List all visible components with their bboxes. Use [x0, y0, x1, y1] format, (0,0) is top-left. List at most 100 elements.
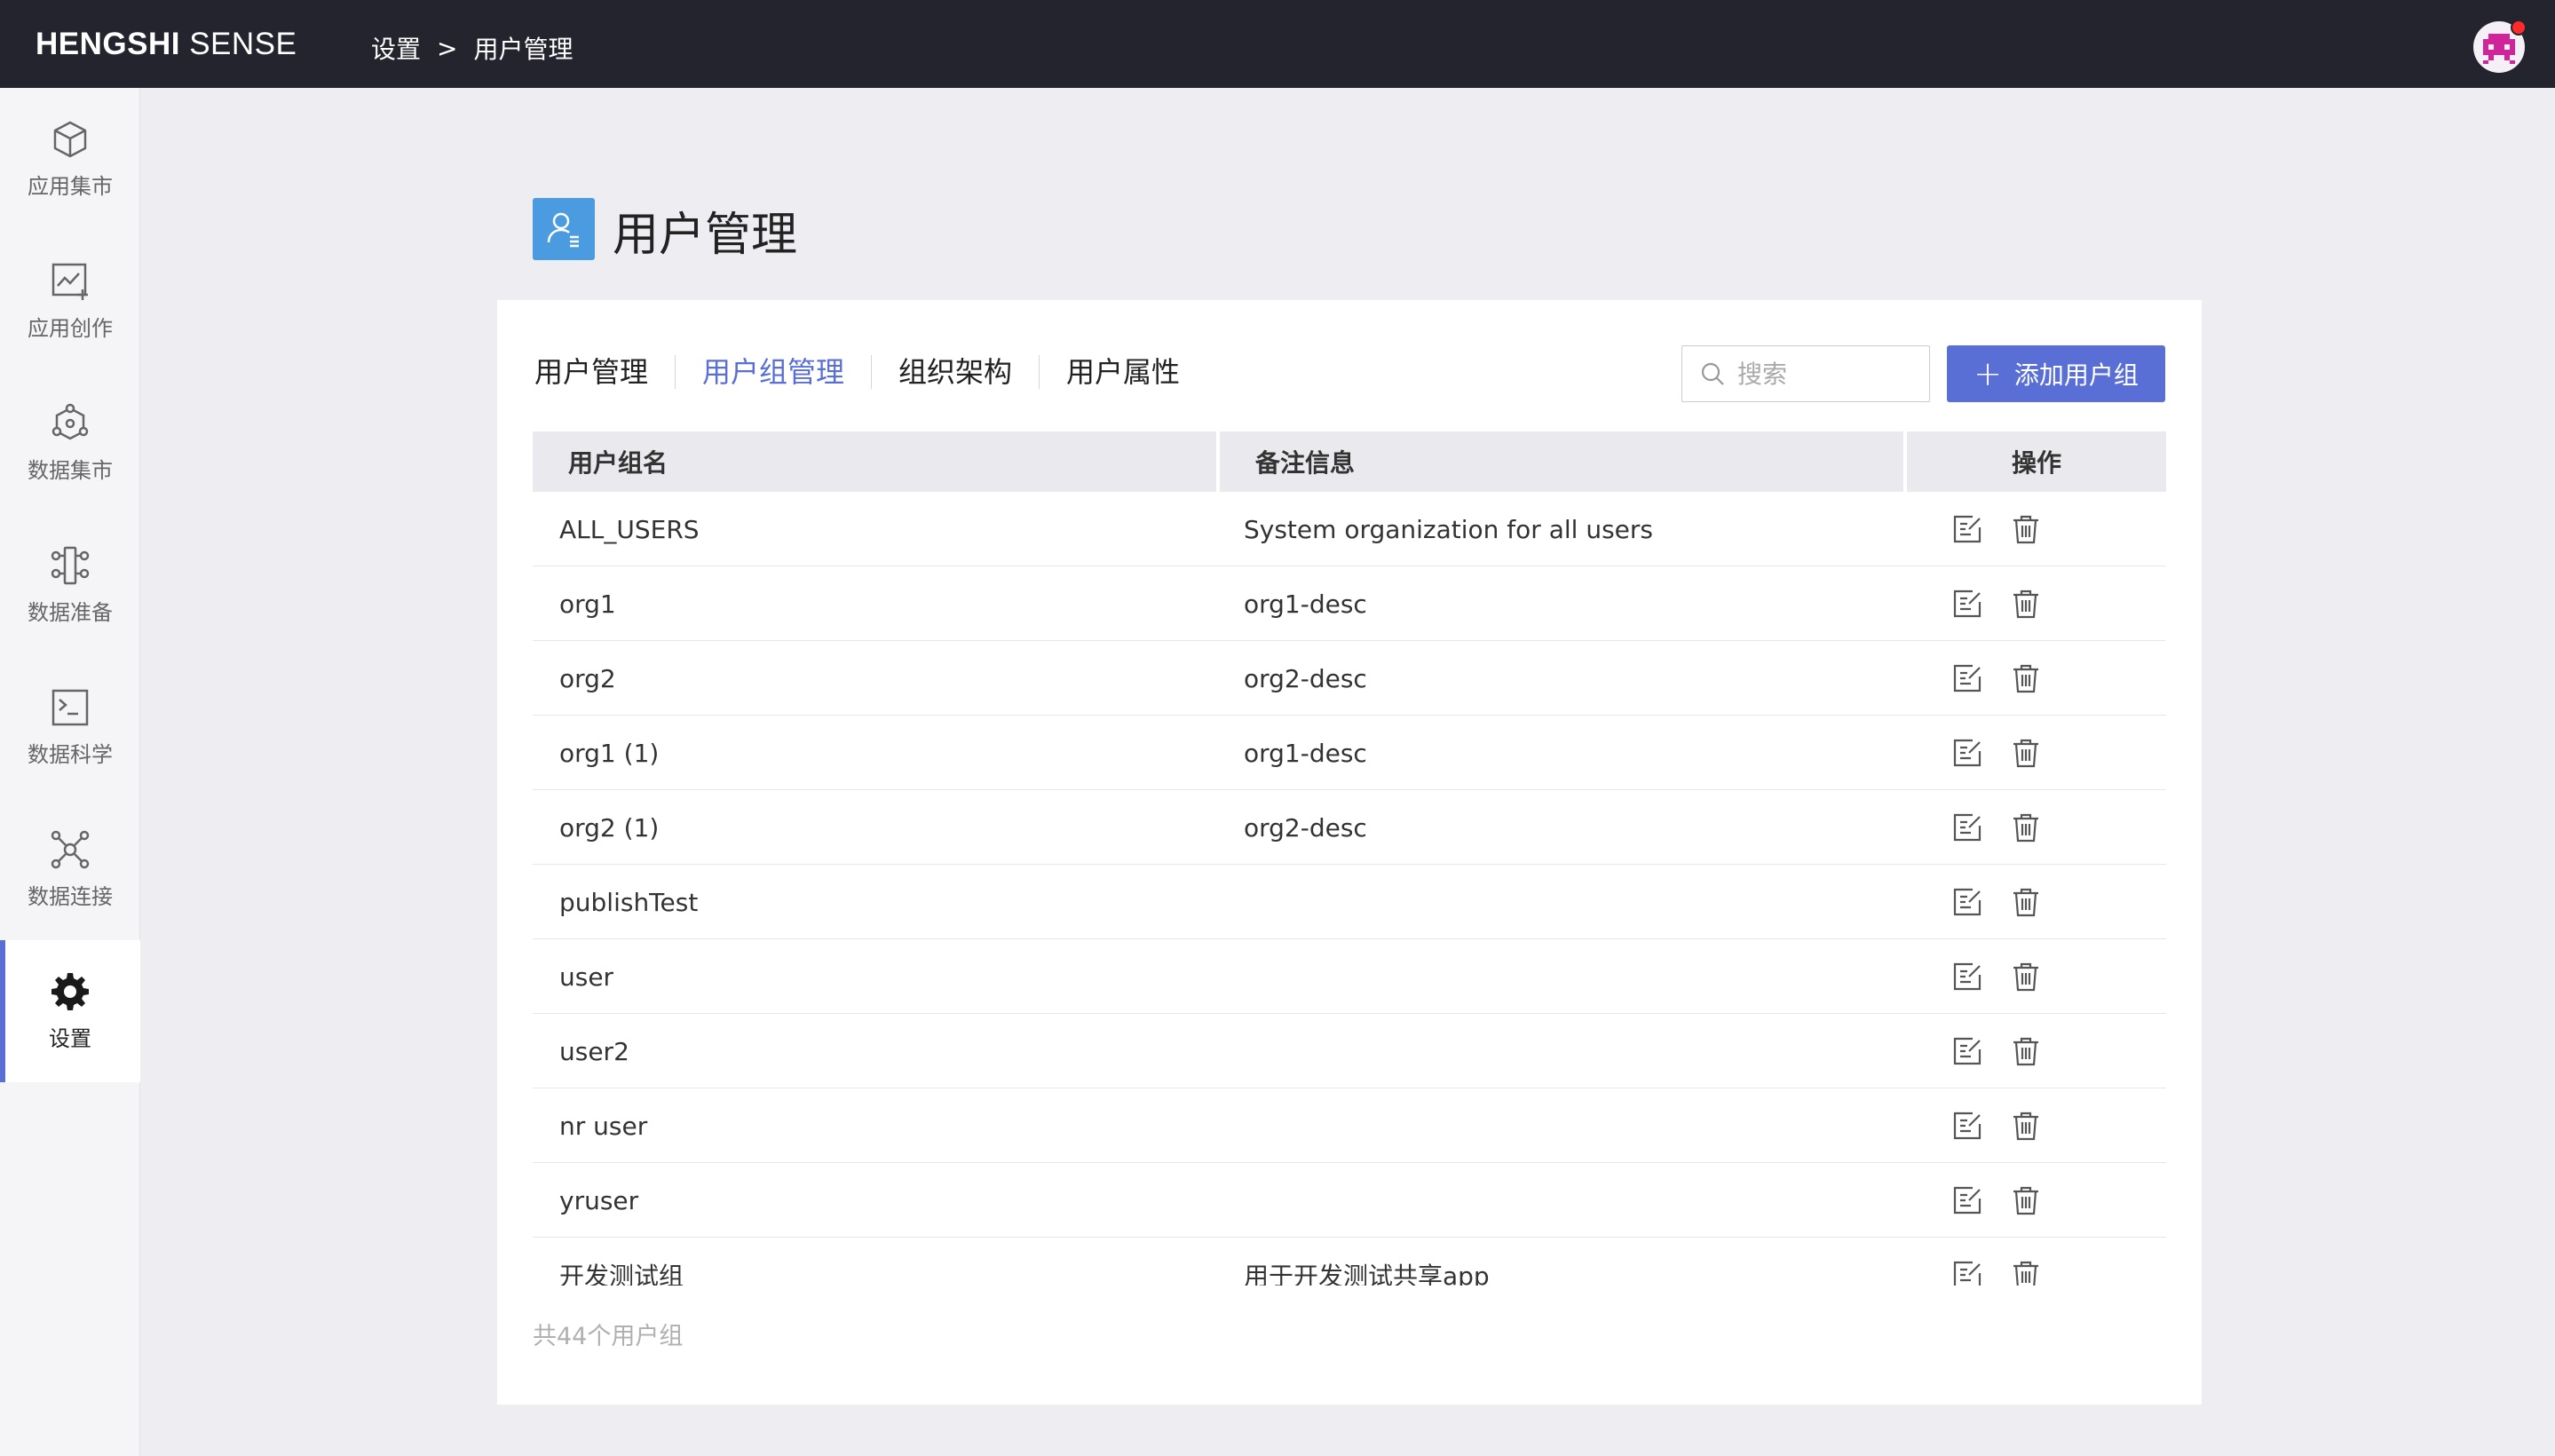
actions-cell: [1951, 939, 2042, 1014]
sidebar-item-app-market[interactable]: 应用集市: [0, 88, 140, 230]
terminal-icon: [51, 689, 89, 725]
actions-cell: [1951, 716, 2042, 790]
edit-icon[interactable]: [1951, 1035, 1983, 1067]
actions-cell: [1951, 566, 2042, 641]
sidebar-item-settings[interactable]: 设置: [0, 940, 140, 1082]
tab-bar: 用户管理 用户组管理 组织架构 用户属性: [534, 355, 1206, 389]
table-body: ALL_USERS System organization for all us…: [533, 492, 2166, 1286]
brand-logo[interactable]: HENGSHI SENSE: [36, 27, 297, 62]
breadcrumb-separator: >: [437, 33, 458, 63]
edit-icon[interactable]: [1951, 662, 1983, 694]
search-input[interactable]: [1737, 359, 1915, 389]
sidebar-item-label: 数据连接: [28, 883, 113, 909]
remark-cell: System organization for all users: [1244, 514, 1653, 544]
add-user-group-label: 添加用户组: [2013, 360, 2139, 390]
group-name-cell: 开发测试组: [559, 1262, 684, 1286]
table-row[interactable]: ALL_USERS System organization for all us…: [533, 492, 2166, 566]
delete-icon[interactable]: [2010, 1110, 2042, 1142]
actions-cell: [1951, 641, 2042, 716]
delete-icon[interactable]: [2010, 513, 2042, 545]
actions-cell: [1951, 790, 2042, 865]
edit-icon[interactable]: [1951, 1259, 1983, 1286]
group-name-cell: org1 (1): [559, 738, 660, 768]
edit-icon[interactable]: [1951, 886, 1983, 918]
table-row[interactable]: yruser: [533, 1163, 2166, 1238]
add-user-group-button[interactable]: + 添加用户组: [1947, 345, 2165, 402]
delete-icon[interactable]: [2010, 1035, 2042, 1067]
search-box[interactable]: [1681, 345, 1930, 402]
edit-icon[interactable]: [1951, 1184, 1983, 1216]
table-row[interactable]: org2 org2-desc: [533, 641, 2166, 716]
delete-icon[interactable]: [2010, 588, 2042, 620]
sidebar-item-data-science[interactable]: 数据科学: [0, 656, 140, 798]
sidebar-item-label: 数据准备: [28, 599, 113, 625]
sidebar-item-label: 数据集市: [28, 457, 113, 483]
edit-icon[interactable]: [1951, 588, 1983, 620]
user-management-icon: [533, 198, 595, 260]
breadcrumb-current: 用户管理: [473, 35, 573, 64]
content-panel: 用户管理 用户组管理 组织架构 用户属性 + 添加用户组 用户组名 备注信息 操…: [497, 300, 2202, 1405]
table-row[interactable]: publishTest: [533, 865, 2166, 939]
total-count: 共44个用户组: [533, 1323, 684, 1350]
network-icon: [51, 830, 90, 868]
remark-cell: org1-desc: [1244, 738, 1367, 768]
delete-icon[interactable]: [2010, 662, 2042, 694]
group-name-cell: yruser: [559, 1185, 639, 1215]
actions-cell: [1951, 1088, 2042, 1163]
column-header-group-name: 用户组名: [533, 431, 1216, 492]
delete-icon[interactable]: [2010, 886, 2042, 918]
delete-icon[interactable]: [2010, 1184, 2042, 1216]
breadcrumb: 设置 > 用户管理: [371, 30, 573, 66]
page-title: 用户管理: [613, 209, 798, 262]
group-name-cell: org2 (1): [559, 812, 660, 843]
table-row[interactable]: org1 (1) org1-desc: [533, 716, 2166, 790]
brand-light-text: SENSE: [189, 27, 297, 61]
avatar[interactable]: [2473, 20, 2527, 73]
delete-icon[interactable]: [2010, 961, 2042, 993]
group-name-cell: publishTest: [559, 887, 699, 917]
table-row[interactable]: org2 (1) org2-desc: [533, 790, 2166, 865]
table-row[interactable]: user2: [533, 1014, 2166, 1088]
column-header-actions: 操作: [1907, 431, 2166, 492]
group-name-cell: user2: [559, 1036, 629, 1066]
sidebar-item-label: 应用集市: [28, 173, 113, 199]
tab-user-attributes[interactable]: 用户属性: [1039, 355, 1206, 389]
table-row[interactable]: user: [533, 939, 2166, 1014]
edit-icon[interactable]: [1951, 1110, 1983, 1142]
delete-icon[interactable]: [2010, 1259, 2042, 1286]
search-icon: [1701, 362, 1724, 385]
notification-dot: [2511, 20, 2527, 36]
group-name-cell: org2: [559, 663, 616, 693]
delete-icon[interactable]: [2010, 811, 2042, 843]
tab-organization[interactable]: 组织架构: [871, 355, 1039, 389]
sidebar-item-label: 设置: [49, 1025, 91, 1051]
table-row[interactable]: 开发测试组 用于开发测试共享app: [533, 1238, 2166, 1286]
table-row[interactable]: nr user: [533, 1088, 2166, 1163]
tab-user-management[interactable]: 用户管理: [534, 355, 675, 389]
group-name-cell: org1: [559, 589, 616, 619]
actions-cell: [1951, 1014, 2042, 1088]
actions-cell: [1951, 1163, 2042, 1238]
edit-icon[interactable]: [1951, 961, 1983, 993]
sidebar-item-data-prep[interactable]: 数据准备: [0, 514, 140, 656]
sidebar-item-data-market[interactable]: 数据集市: [0, 372, 140, 514]
table-row[interactable]: org1 org1-desc: [533, 566, 2166, 641]
actions-cell: [1951, 865, 2042, 939]
delete-icon[interactable]: [2010, 737, 2042, 769]
edit-icon[interactable]: [1951, 513, 1983, 545]
sidebar-item-data-connect[interactable]: 数据连接: [0, 798, 140, 940]
tab-user-group-management[interactable]: 用户组管理: [675, 355, 871, 389]
table-header: 用户组名 备注信息 操作: [533, 431, 2166, 492]
breadcrumb-parent[interactable]: 设置: [371, 30, 421, 66]
sidebar-item-label: 应用创作: [28, 315, 113, 341]
remark-cell: org1-desc: [1244, 589, 1367, 619]
edit-icon[interactable]: [1951, 811, 1983, 843]
actions-cell: [1951, 492, 2042, 566]
sidebar-item-app-create[interactable]: 应用创作: [0, 230, 140, 372]
remark-cell: 用于开发测试共享app: [1244, 1262, 1490, 1286]
sidebar-item-label: 数据科学: [28, 741, 113, 767]
remark-cell: org2-desc: [1244, 663, 1367, 693]
edit-icon[interactable]: [1951, 737, 1983, 769]
gear-icon: [51, 972, 89, 1010]
flow-icon: [51, 546, 90, 584]
